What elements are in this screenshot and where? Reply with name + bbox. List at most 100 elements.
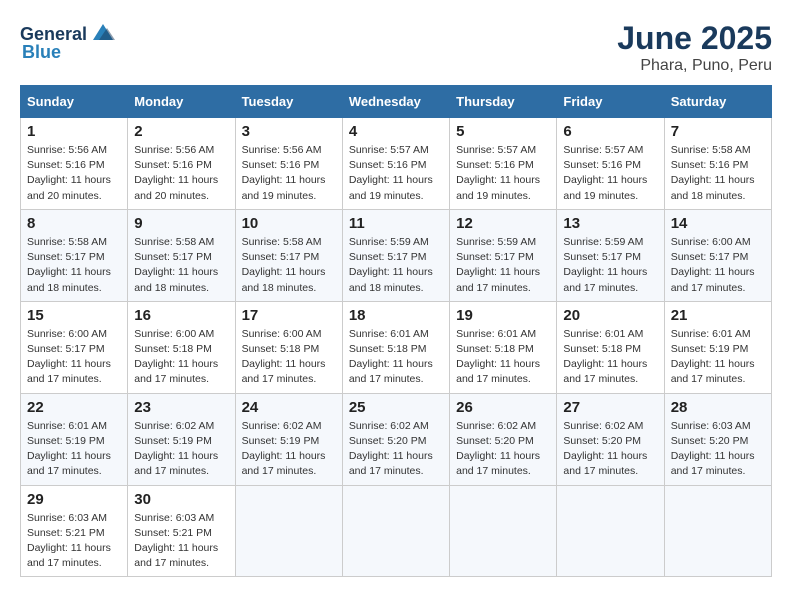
day-number: 10	[242, 215, 336, 232]
day-info: Sunrise: 6:02 AMSunset: 5:19 PMDaylight:…	[134, 420, 218, 478]
calendar-cell: 28 Sunrise: 6:03 AMSunset: 5:20 PMDaylig…	[664, 393, 771, 485]
day-info: Sunrise: 6:03 AMSunset: 5:20 PMDaylight:…	[671, 420, 755, 478]
page-header: General Blue June 2025 Phara, Puno, Peru	[20, 20, 772, 75]
day-number: 18	[349, 307, 443, 324]
day-info: Sunrise: 6:00 AMSunset: 5:18 PMDaylight:…	[242, 328, 326, 386]
header-thursday: Thursday	[450, 86, 557, 118]
calendar-cell: 20 Sunrise: 6:01 AMSunset: 5:18 PMDaylig…	[557, 301, 664, 393]
day-info: Sunrise: 5:57 AMSunset: 5:16 PMDaylight:…	[456, 144, 540, 202]
day-number: 12	[456, 215, 550, 232]
day-number: 11	[349, 215, 443, 232]
calendar-subtitle: Phara, Puno, Peru	[617, 57, 772, 75]
day-info: Sunrise: 6:03 AMSunset: 5:21 PMDaylight:…	[134, 512, 218, 570]
day-number: 26	[456, 399, 550, 416]
title-area: June 2025 Phara, Puno, Peru	[617, 20, 772, 75]
calendar-cell: 14 Sunrise: 6:00 AMSunset: 5:17 PMDaylig…	[664, 209, 771, 301]
calendar-cell: 9 Sunrise: 5:58 AMSunset: 5:17 PMDayligh…	[128, 209, 235, 301]
day-info: Sunrise: 5:58 AMSunset: 5:17 PMDaylight:…	[242, 236, 326, 294]
day-number: 14	[671, 215, 765, 232]
day-number: 23	[134, 399, 228, 416]
calendar-cell: 24 Sunrise: 6:02 AMSunset: 5:19 PMDaylig…	[235, 393, 342, 485]
day-number: 27	[563, 399, 657, 416]
day-number: 4	[349, 123, 443, 140]
calendar-cell	[342, 485, 449, 577]
day-number: 7	[671, 123, 765, 140]
calendar-row: 22 Sunrise: 6:01 AMSunset: 5:19 PMDaylig…	[21, 393, 772, 485]
calendar-cell: 15 Sunrise: 6:00 AMSunset: 5:17 PMDaylig…	[21, 301, 128, 393]
day-number: 9	[134, 215, 228, 232]
day-info: Sunrise: 6:02 AMSunset: 5:20 PMDaylight:…	[563, 420, 647, 478]
day-number: 25	[349, 399, 443, 416]
day-info: Sunrise: 5:56 AMSunset: 5:16 PMDaylight:…	[242, 144, 326, 202]
day-number: 20	[563, 307, 657, 324]
calendar-cell: 21 Sunrise: 6:01 AMSunset: 5:19 PMDaylig…	[664, 301, 771, 393]
day-info: Sunrise: 6:02 AMSunset: 5:20 PMDaylight:…	[456, 420, 540, 478]
calendar-cell: 12 Sunrise: 5:59 AMSunset: 5:17 PMDaylig…	[450, 209, 557, 301]
day-number: 29	[27, 491, 121, 508]
day-number: 1	[27, 123, 121, 140]
day-number: 3	[242, 123, 336, 140]
day-info: Sunrise: 5:58 AMSunset: 5:16 PMDaylight:…	[671, 144, 755, 202]
calendar-cell	[664, 485, 771, 577]
calendar-cell: 25 Sunrise: 6:02 AMSunset: 5:20 PMDaylig…	[342, 393, 449, 485]
calendar-cell: 13 Sunrise: 5:59 AMSunset: 5:17 PMDaylig…	[557, 209, 664, 301]
day-info: Sunrise: 6:02 AMSunset: 5:19 PMDaylight:…	[242, 420, 326, 478]
calendar-cell: 29 Sunrise: 6:03 AMSunset: 5:21 PMDaylig…	[21, 485, 128, 577]
calendar-cell: 1 Sunrise: 5:56 AMSunset: 5:16 PMDayligh…	[21, 118, 128, 210]
day-number: 19	[456, 307, 550, 324]
calendar-cell: 22 Sunrise: 6:01 AMSunset: 5:19 PMDaylig…	[21, 393, 128, 485]
day-info: Sunrise: 5:56 AMSunset: 5:16 PMDaylight:…	[134, 144, 218, 202]
day-info: Sunrise: 6:00 AMSunset: 5:18 PMDaylight:…	[134, 328, 218, 386]
calendar-row: 8 Sunrise: 5:58 AMSunset: 5:17 PMDayligh…	[21, 209, 772, 301]
calendar-cell: 27 Sunrise: 6:02 AMSunset: 5:20 PMDaylig…	[557, 393, 664, 485]
header-wednesday: Wednesday	[342, 86, 449, 118]
calendar-cell: 16 Sunrise: 6:00 AMSunset: 5:18 PMDaylig…	[128, 301, 235, 393]
calendar-row: 1 Sunrise: 5:56 AMSunset: 5:16 PMDayligh…	[21, 118, 772, 210]
day-number: 8	[27, 215, 121, 232]
day-number: 17	[242, 307, 336, 324]
day-info: Sunrise: 6:01 AMSunset: 5:18 PMDaylight:…	[349, 328, 433, 386]
calendar-cell	[235, 485, 342, 577]
calendar-cell: 5 Sunrise: 5:57 AMSunset: 5:16 PMDayligh…	[450, 118, 557, 210]
calendar-cell: 8 Sunrise: 5:58 AMSunset: 5:17 PMDayligh…	[21, 209, 128, 301]
day-info: Sunrise: 6:03 AMSunset: 5:21 PMDaylight:…	[27, 512, 111, 570]
day-info: Sunrise: 5:58 AMSunset: 5:17 PMDaylight:…	[27, 236, 111, 294]
calendar-row: 29 Sunrise: 6:03 AMSunset: 5:21 PMDaylig…	[21, 485, 772, 577]
header-sunday: Sunday	[21, 86, 128, 118]
header-saturday: Saturday	[664, 86, 771, 118]
header-tuesday: Tuesday	[235, 86, 342, 118]
calendar-cell: 18 Sunrise: 6:01 AMSunset: 5:18 PMDaylig…	[342, 301, 449, 393]
calendar-cell: 2 Sunrise: 5:56 AMSunset: 5:16 PMDayligh…	[128, 118, 235, 210]
day-info: Sunrise: 6:01 AMSunset: 5:18 PMDaylight:…	[456, 328, 540, 386]
calendar-cell: 3 Sunrise: 5:56 AMSunset: 5:16 PMDayligh…	[235, 118, 342, 210]
calendar-cell: 11 Sunrise: 5:59 AMSunset: 5:17 PMDaylig…	[342, 209, 449, 301]
day-info: Sunrise: 5:56 AMSunset: 5:16 PMDaylight:…	[27, 144, 111, 202]
day-info: Sunrise: 6:01 AMSunset: 5:19 PMDaylight:…	[671, 328, 755, 386]
day-info: Sunrise: 5:58 AMSunset: 5:17 PMDaylight:…	[134, 236, 218, 294]
day-info: Sunrise: 6:00 AMSunset: 5:17 PMDaylight:…	[671, 236, 755, 294]
header-friday: Friday	[557, 86, 664, 118]
day-info: Sunrise: 5:57 AMSunset: 5:16 PMDaylight:…	[563, 144, 647, 202]
day-info: Sunrise: 5:59 AMSunset: 5:17 PMDaylight:…	[349, 236, 433, 294]
day-number: 21	[671, 307, 765, 324]
day-number: 2	[134, 123, 228, 140]
day-number: 16	[134, 307, 228, 324]
day-info: Sunrise: 5:57 AMSunset: 5:16 PMDaylight:…	[349, 144, 433, 202]
day-info: Sunrise: 5:59 AMSunset: 5:17 PMDaylight:…	[456, 236, 540, 294]
calendar-cell: 4 Sunrise: 5:57 AMSunset: 5:16 PMDayligh…	[342, 118, 449, 210]
day-info: Sunrise: 5:59 AMSunset: 5:17 PMDaylight:…	[563, 236, 647, 294]
calendar-row: 15 Sunrise: 6:00 AMSunset: 5:17 PMDaylig…	[21, 301, 772, 393]
day-info: Sunrise: 6:01 AMSunset: 5:18 PMDaylight:…	[563, 328, 647, 386]
day-number: 15	[27, 307, 121, 324]
logo-icon	[89, 20, 117, 48]
calendar-cell	[450, 485, 557, 577]
calendar-cell: 30 Sunrise: 6:03 AMSunset: 5:21 PMDaylig…	[128, 485, 235, 577]
day-number: 28	[671, 399, 765, 416]
calendar-cell: 6 Sunrise: 5:57 AMSunset: 5:16 PMDayligh…	[557, 118, 664, 210]
calendar-cell: 26 Sunrise: 6:02 AMSunset: 5:20 PMDaylig…	[450, 393, 557, 485]
calendar-cell: 17 Sunrise: 6:00 AMSunset: 5:18 PMDaylig…	[235, 301, 342, 393]
calendar-cell: 10 Sunrise: 5:58 AMSunset: 5:17 PMDaylig…	[235, 209, 342, 301]
day-number: 30	[134, 491, 228, 508]
day-number: 24	[242, 399, 336, 416]
calendar-title: June 2025	[617, 20, 772, 57]
